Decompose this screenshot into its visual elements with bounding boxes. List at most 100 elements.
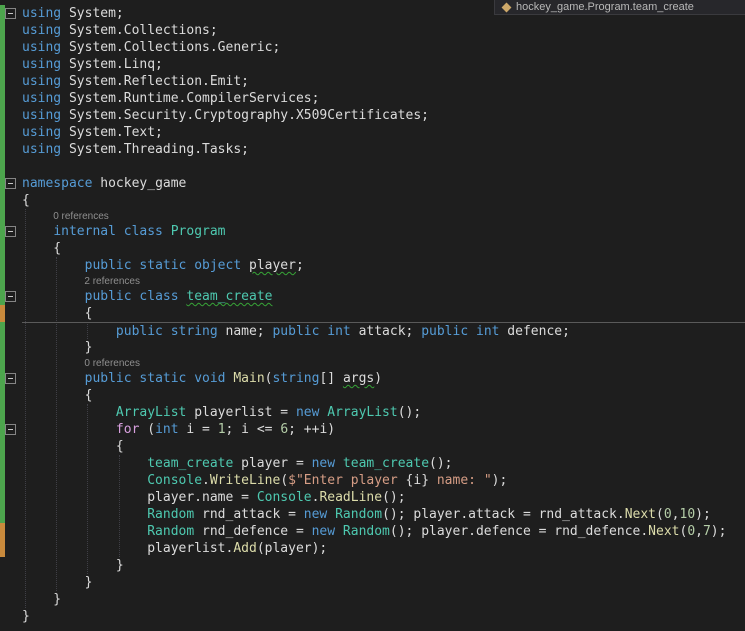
codelens-references[interactable]: 0 references: [22, 357, 140, 371]
code-line[interactable]: using System.Reflection.Emit;: [22, 73, 745, 90]
code-line[interactable]: public static void Main(string[] args): [5, 370, 745, 387]
code-line[interactable]: public string name; public int attack; p…: [22, 322, 745, 339]
fold-collapse-button[interactable]: [5, 291, 16, 302]
code-token: Random: [147, 507, 195, 522]
code-line[interactable]: {: [22, 240, 745, 257]
code-line[interactable]: namespace hockey_game: [5, 175, 745, 192]
code-token: player =: [233, 456, 312, 471]
code-token: ();: [397, 405, 422, 420]
code-line[interactable]: {: [22, 305, 745, 322]
code-line[interactable]: using System.Threading.Tasks;: [22, 141, 745, 158]
code-line[interactable]: }: [22, 557, 745, 574]
code-token: );: [491, 473, 508, 488]
fold-collapse-button[interactable]: [5, 8, 16, 19]
code-token: (); player.defence = rnd_defence.: [389, 524, 649, 539]
code-token: Random: [335, 507, 383, 522]
code-token: System.Text;: [61, 125, 163, 140]
code-token: (); player.attack = rnd_attack.: [382, 507, 625, 522]
code-token: 0: [663, 507, 672, 522]
code-line[interactable]: player.name = Console.ReadLine();: [22, 489, 745, 506]
code-token: public int: [272, 324, 351, 339]
code-line[interactable]: internal class Program: [5, 223, 745, 240]
codelens-row[interactable]: 0 references: [22, 356, 745, 370]
codelens-references[interactable]: 0 references: [22, 210, 109, 224]
code-token: 7: [702, 524, 711, 539]
fold-collapse-button[interactable]: [5, 373, 16, 384]
code-token: }: [22, 575, 93, 590]
code-token: Next: [624, 507, 657, 522]
codelens-row[interactable]: 2 references: [22, 274, 745, 288]
code-line[interactable]: }: [22, 574, 745, 591]
code-token: System.Runtime.CompilerServices;: [61, 91, 320, 106]
fold-collapse-button[interactable]: [5, 178, 16, 189]
code-token: Console: [147, 473, 203, 488]
code-token: 0: [687, 524, 696, 539]
code-token: using: [22, 91, 62, 106]
code-token: public static void: [84, 371, 226, 386]
code-token: namespace: [22, 176, 93, 191]
code-line[interactable]: Random rnd_defence = new Random(); playe…: [22, 523, 745, 540]
fold-collapse-button[interactable]: [5, 424, 16, 435]
code-token: }: [22, 340, 93, 355]
code-token: using: [22, 40, 62, 55]
code-token: );: [695, 507, 711, 522]
code-token: .: [202, 473, 210, 488]
code-token: 10: [679, 507, 696, 522]
code-token: System.Collections;: [61, 23, 218, 38]
code-line[interactable]: Console.WriteLine($"Enter player {i} nam…: [22, 472, 745, 489]
code-token: new: [295, 405, 320, 420]
code-line[interactable]: using System.Runtime.CompilerServices;: [22, 90, 745, 107]
code-line[interactable]: playerlist.Add(player);: [22, 540, 745, 557]
code-token: Console: [256, 490, 312, 505]
code-token: ArrayList: [327, 405, 398, 420]
code-line[interactable]: }: [22, 339, 745, 356]
code-line[interactable]: using System.Text;: [22, 124, 745, 141]
code-line[interactable]: using System.Collections.Generic;: [22, 39, 745, 56]
code-line[interactable]: using System.Linq;: [22, 56, 745, 73]
fold-collapse-button[interactable]: [5, 226, 16, 237]
code-token: );: [710, 524, 727, 539]
code-token: Add: [233, 541, 257, 556]
code-line[interactable]: team_create player = new team_create();: [22, 455, 745, 472]
code-line[interactable]: {: [22, 387, 745, 404]
code-line[interactable]: {: [22, 192, 745, 209]
code-token: team_create: [147, 456, 234, 471]
code-line[interactable]: }: [22, 608, 745, 625]
code-line[interactable]: public static object player;: [22, 257, 745, 274]
code-line[interactable]: Random rnd_attack = new Random(); player…: [22, 506, 745, 523]
code-token: {i}: [405, 473, 430, 488]
code-line[interactable]: {: [22, 438, 745, 455]
code-token: public static object: [84, 258, 242, 273]
code-token: using: [22, 23, 62, 38]
code-token: player.name =: [22, 490, 257, 505]
codelens-references[interactable]: 2 references: [22, 275, 140, 289]
code-token: player: [249, 258, 296, 273]
code-editor[interactable]: using System; using System.Collections; us…: [0, 0, 745, 631]
code-line[interactable]: using System.Security.Cryptography.X509C…: [22, 107, 745, 124]
codelens-row[interactable]: 0 references: [22, 209, 745, 223]
code-token: public int: [421, 324, 500, 339]
change-mark-unsaved: [0, 305, 5, 322]
code-line[interactable]: }: [22, 591, 745, 608]
code-line[interactable]: [22, 158, 745, 175]
code-line[interactable]: public class team_create: [5, 288, 745, 305]
code-token: for: [115, 422, 140, 437]
code-token: Random: [342, 524, 390, 539]
code-token: (player);: [256, 541, 328, 556]
code-token: using: [22, 74, 62, 89]
scope-breadcrumb[interactable]: hockey_game.Program.team_create: [494, 0, 745, 15]
code-line[interactable]: for (int i = 1; i <= 6; ++i): [5, 421, 745, 438]
code-line[interactable]: ArrayList playerlist = new ArrayList();: [22, 404, 745, 421]
code-token: 1: [217, 422, 226, 437]
code-token: i =: [178, 422, 218, 437]
code-token: System.Security.Cryptography.X509Certifi…: [61, 108, 429, 123]
change-mark-saved: [0, 322, 5, 523]
code-line[interactable]: using System.Collections;: [22, 22, 745, 39]
code-token: hockey_game: [92, 176, 187, 191]
code-token: name;: [217, 324, 273, 339]
code-token: }: [22, 609, 30, 624]
